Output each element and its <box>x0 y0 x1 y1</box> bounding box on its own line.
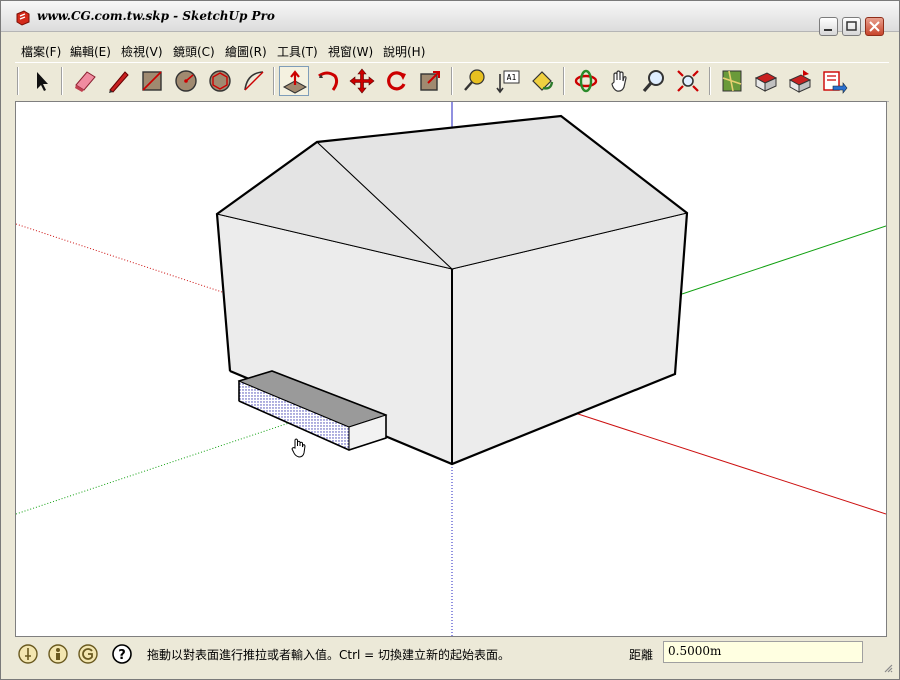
paint-bucket-tool-button[interactable] <box>527 66 557 96</box>
menu-draw[interactable]: 繪圖(R) <box>225 43 267 60</box>
help-button[interactable]: ? <box>111 643 133 665</box>
circle-icon <box>175 70 197 92</box>
pan-tool-button[interactable] <box>605 66 635 96</box>
dimension-icon: A1 <box>496 70 520 94</box>
pan-hand-icon <box>611 70 627 92</box>
export-tool-button[interactable] <box>819 66 849 96</box>
push-pull-tool-button[interactable] <box>279 66 309 96</box>
maximize-icon <box>846 21 857 31</box>
get-models-icon <box>754 72 778 92</box>
arc-icon <box>244 71 264 91</box>
tape-measure-icon <box>464 69 485 91</box>
close-button[interactable] <box>865 17 884 36</box>
line-tool-button[interactable] <box>103 66 133 96</box>
follow-me-tool-button[interactable] <box>313 66 343 96</box>
close-icon <box>869 21 880 32</box>
menu-edit[interactable]: 編輯(E) <box>70 43 111 60</box>
push-pull-icon <box>282 70 308 94</box>
zoom-extents-icon <box>677 70 699 92</box>
orbit-icon <box>574 69 598 93</box>
rotate-icon <box>387 71 406 91</box>
scale-icon <box>420 71 440 91</box>
circle-tool-button[interactable] <box>171 66 201 96</box>
export-icon <box>823 71 848 94</box>
dimension-tool-button[interactable]: A1 <box>493 66 523 96</box>
toolbar-separator <box>563 67 565 95</box>
main-toolbar: A1 <box>15 62 889 102</box>
credits-icon <box>48 644 68 664</box>
green-axis-negative <box>16 421 293 515</box>
google-signin-button[interactable] <box>77 643 99 665</box>
orbit-tool-button[interactable] <box>571 66 601 96</box>
paint-bucket-icon <box>532 71 554 91</box>
rectangle-icon <box>142 71 162 91</box>
eraser-icon <box>75 71 96 92</box>
rectangle-tool-button[interactable] <box>137 66 167 96</box>
help-glyph: ? <box>118 648 126 663</box>
sketchup-window: www.CG.com.tw.skp - SketchUp Pro 檔案(F) 編… <box>0 0 900 680</box>
resize-grip-icon[interactable] <box>883 663 893 673</box>
arc-tool-button[interactable] <box>239 66 269 96</box>
zoom-tool-button[interactable] <box>639 66 669 96</box>
share-model-icon <box>788 70 812 93</box>
follow-me-icon <box>318 71 339 91</box>
geo-location-button[interactable] <box>17 643 39 665</box>
sketchup-app-icon <box>16 10 30 26</box>
share-model-tool-button[interactable] <box>785 66 815 96</box>
menu-help[interactable]: 說明(H) <box>383 43 425 60</box>
title-bar[interactable]: www.CG.com.tw.skp - SketchUp Pro <box>1 1 899 36</box>
move-icon <box>349 68 375 94</box>
tape-measure-tool-button[interactable] <box>459 66 489 96</box>
google-signin-icon <box>78 644 98 664</box>
toolbar-separator <box>61 67 63 95</box>
menu-window[interactable]: 視窗(W) <box>328 43 373 60</box>
toolbar-separator <box>273 67 275 95</box>
polygon-icon <box>209 70 231 92</box>
select-tool-button[interactable] <box>27 66 57 96</box>
hand-cursor-icon <box>291 438 306 458</box>
minimize-button[interactable] <box>819 17 838 36</box>
move-tool-button[interactable] <box>347 66 377 96</box>
polygon-tool-button[interactable] <box>205 66 235 96</box>
toolbar-separator <box>709 67 711 95</box>
model-canvas[interactable] <box>16 102 886 636</box>
menu-bar: 檔案(F) 編輯(E) 檢視(V) 鏡頭(C) 繪圖(R) 工具(T) 視窗(W… <box>1 39 899 61</box>
google-earth-icon <box>722 70 742 92</box>
red-axis-positive <box>571 411 886 515</box>
google-earth-tool-button[interactable] <box>717 66 747 96</box>
menu-view[interactable]: 檢視(V) <box>121 43 163 60</box>
red-axis-negative <box>16 223 223 293</box>
measurements-input[interactable]: 0.5000m <box>663 641 863 663</box>
eraser-tool-button[interactable] <box>70 66 100 96</box>
toolbar-grip[interactable] <box>17 67 19 95</box>
rotate-tool-button[interactable] <box>381 66 411 96</box>
get-models-tool-button[interactable] <box>751 66 781 96</box>
menu-camera[interactable]: 鏡頭(C) <box>173 43 215 60</box>
geo-location-icon <box>18 644 38 664</box>
scale-tool-button[interactable] <box>415 66 445 96</box>
green-axis-positive <box>681 225 886 295</box>
menu-tools[interactable]: 工具(T) <box>277 43 318 60</box>
zoom-icon <box>642 70 664 93</box>
window-title: www.CG.com.tw.skp - SketchUp Pro <box>37 9 275 23</box>
toolbar-separator <box>451 67 453 95</box>
select-arrow-icon <box>37 72 48 91</box>
dimension-icon-text: A1 <box>507 73 517 82</box>
maximize-button[interactable] <box>842 17 861 36</box>
help-icon: ? <box>112 644 132 664</box>
status-message: 拖動以對表面進行推拉或者輸入值。Ctrl = 切換建立新的起始表面。 <box>147 648 511 662</box>
measurements-label: 距離 <box>629 648 654 662</box>
status-bar: ? 拖動以對表面進行推拉或者輸入值。Ctrl = 切換建立新的起始表面。 距離 … <box>1 639 899 679</box>
minimize-icon <box>824 29 832 31</box>
credits-button[interactable] <box>47 643 69 665</box>
pencil-line-icon <box>109 71 129 93</box>
menu-file[interactable]: 檔案(F) <box>21 43 61 60</box>
zoom-extents-tool-button[interactable] <box>673 66 703 96</box>
model-viewport[interactable] <box>15 101 887 637</box>
